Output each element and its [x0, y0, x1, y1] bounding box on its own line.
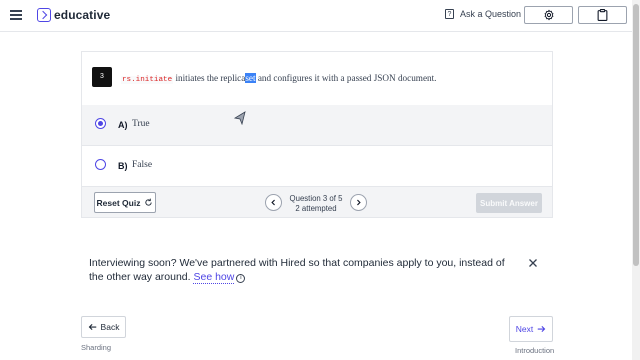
mouse-cursor-icon	[233, 111, 246, 125]
arrow-left-icon	[88, 323, 96, 331]
ask-question-label: Ask a Question	[460, 9, 522, 19]
refresh-icon	[145, 198, 153, 206]
question-header: 3 rs.initiate initiates the replicaset a…	[82, 52, 552, 106]
quiz-footer: Reset Quiz Question 3 of 5 2 attempted S…	[82, 187, 552, 217]
next-label: Next	[515, 324, 534, 334]
promo-text: Interviewing soon? We've partnered with …	[89, 257, 505, 283]
settings-button[interactable]	[524, 6, 573, 24]
close-icon[interactable]	[528, 258, 538, 268]
reset-quiz-button[interactable]: Reset Quiz	[94, 192, 156, 213]
option-a-letter: A)	[118, 120, 128, 130]
logo[interactable]: educative	[37, 8, 110, 22]
reset-quiz-label: Reset Quiz	[96, 197, 141, 208]
selected-text: set	[245, 73, 256, 83]
option-b[interactable]: B) False	[82, 146, 552, 187]
question-code: rs.initiate	[121, 76, 174, 84]
clipboard-icon	[597, 9, 608, 21]
top-bar: educative ? Ask a Question	[0, 0, 632, 32]
quiz-card: 3 rs.initiate initiates the replicaset a…	[81, 51, 553, 218]
promo-banner: Interviewing soon? We've partnered with …	[89, 256, 519, 284]
next-button[interactable]: Next	[509, 316, 553, 342]
ask-question-link[interactable]: ? Ask a Question	[445, 9, 521, 19]
info-icon: i	[236, 274, 246, 283]
question-progress: Question 3 of 5	[289, 194, 343, 203]
scrollbar-thumb[interactable]	[633, 4, 639, 266]
back-lesson-title: Sharding	[81, 343, 112, 352]
notes-button[interactable]	[578, 6, 627, 24]
next-lesson-title: Introduction	[515, 346, 555, 355]
back-label: Back	[100, 322, 120, 332]
logo-text: educative	[54, 8, 111, 22]
question-number-badge: 3	[92, 67, 112, 87]
page-scrollbar[interactable]	[632, 0, 640, 360]
chevron-right-icon	[357, 199, 361, 206]
option-b-letter: B)	[118, 161, 128, 171]
previous-question-button[interactable]	[265, 194, 282, 211]
option-a-label: True	[132, 119, 150, 129]
menu-icon[interactable]	[10, 10, 22, 20]
question-icon: ?	[445, 9, 454, 19]
question-text: rs.initiate initiates the replicaset and…	[121, 73, 436, 84]
see-how-link[interactable]: See how	[193, 271, 235, 284]
option-a-radio[interactable]	[95, 118, 106, 129]
chevron-left-icon	[271, 199, 275, 206]
submit-answer-button[interactable]: Submit Answer	[476, 193, 542, 213]
question-text-after: and configures it with a passed JSON doc…	[255, 73, 437, 83]
attempted-count: 2 attempted	[295, 204, 337, 213]
option-b-radio[interactable]	[95, 159, 106, 170]
question-text-before: initiates the replica	[173, 73, 246, 83]
back-button[interactable]: Back	[81, 316, 126, 338]
question-status: Question 3 of 5 2 attempted	[285, 194, 347, 214]
next-question-button[interactable]	[350, 194, 367, 211]
option-a[interactable]: A) True	[82, 105, 552, 146]
option-b-label: False	[132, 160, 153, 170]
arrow-right-icon	[537, 325, 546, 333]
logo-icon	[37, 8, 51, 22]
gear-icon	[544, 9, 553, 21]
